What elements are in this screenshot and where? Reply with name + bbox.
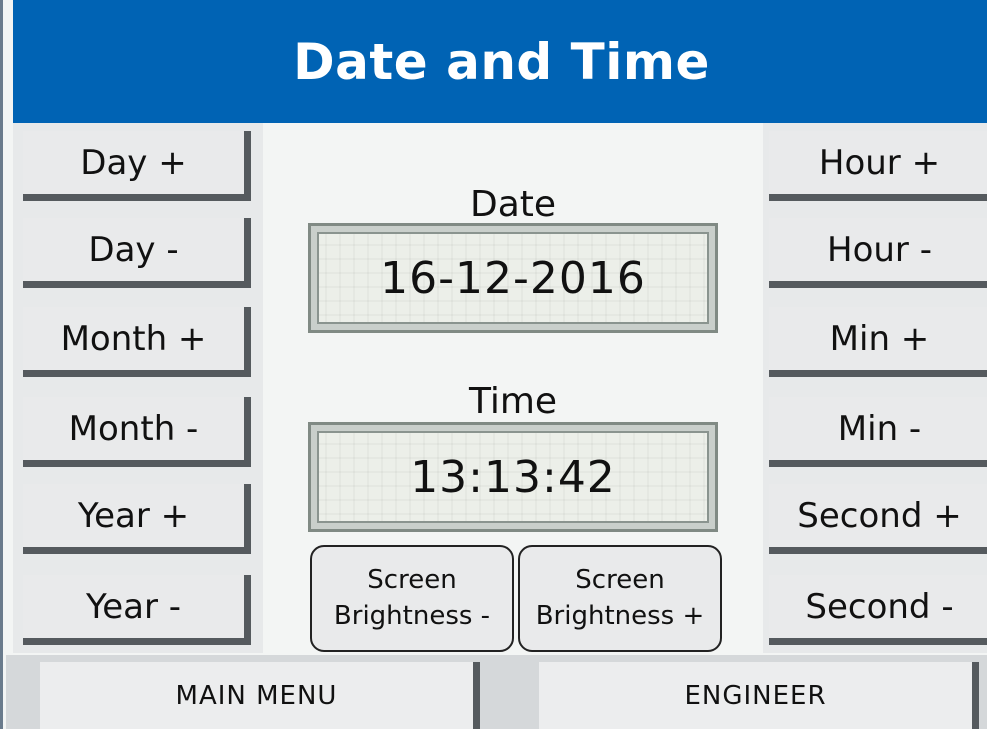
date-display: 16-12-2016 — [308, 223, 718, 333]
time-display: 13:13:42 — [308, 422, 718, 532]
brightness-minus-line2: Brightness - — [333, 600, 491, 631]
time-label: Time — [468, 381, 558, 422]
month-minus-button[interactable]: Month - — [23, 397, 251, 467]
year-minus-button[interactable]: Year - — [23, 575, 251, 645]
brightness-minus-button[interactable]: Screen Brightness - — [310, 545, 514, 652]
min-minus-button[interactable]: Min - — [769, 397, 987, 467]
brightness-minus-line1: Screen — [367, 565, 457, 596]
brightness-plus-line2: Brightness + — [535, 600, 705, 631]
day-plus-button[interactable]: Day + — [23, 131, 251, 201]
year-plus-button[interactable]: Year + — [23, 484, 251, 554]
left-button-column — [13, 123, 263, 653]
page-title: Date and Time — [293, 32, 710, 91]
day-minus-button[interactable]: Day - — [23, 218, 251, 288]
hour-minus-button[interactable]: Hour - — [769, 218, 987, 288]
second-plus-button[interactable]: Second + — [769, 484, 987, 554]
hmi-screen: Date and Time Day + Day - Month + Month … — [0, 0, 987, 729]
date-label: Date — [469, 184, 557, 225]
main-menu-button[interactable]: MAIN MENU — [40, 662, 480, 729]
right-button-column — [763, 123, 987, 653]
title-bar: Date and Time — [13, 0, 987, 123]
brightness-plus-button[interactable]: Screen Brightness + — [518, 545, 722, 652]
brightness-plus-line1: Screen — [575, 565, 665, 596]
month-plus-button[interactable]: Month + — [23, 307, 251, 377]
engineer-button[interactable]: ENGINEER — [539, 662, 979, 729]
second-minus-button[interactable]: Second - — [769, 575, 987, 645]
min-plus-button[interactable]: Min + — [769, 307, 987, 377]
hour-plus-button[interactable]: Hour + — [769, 131, 987, 201]
